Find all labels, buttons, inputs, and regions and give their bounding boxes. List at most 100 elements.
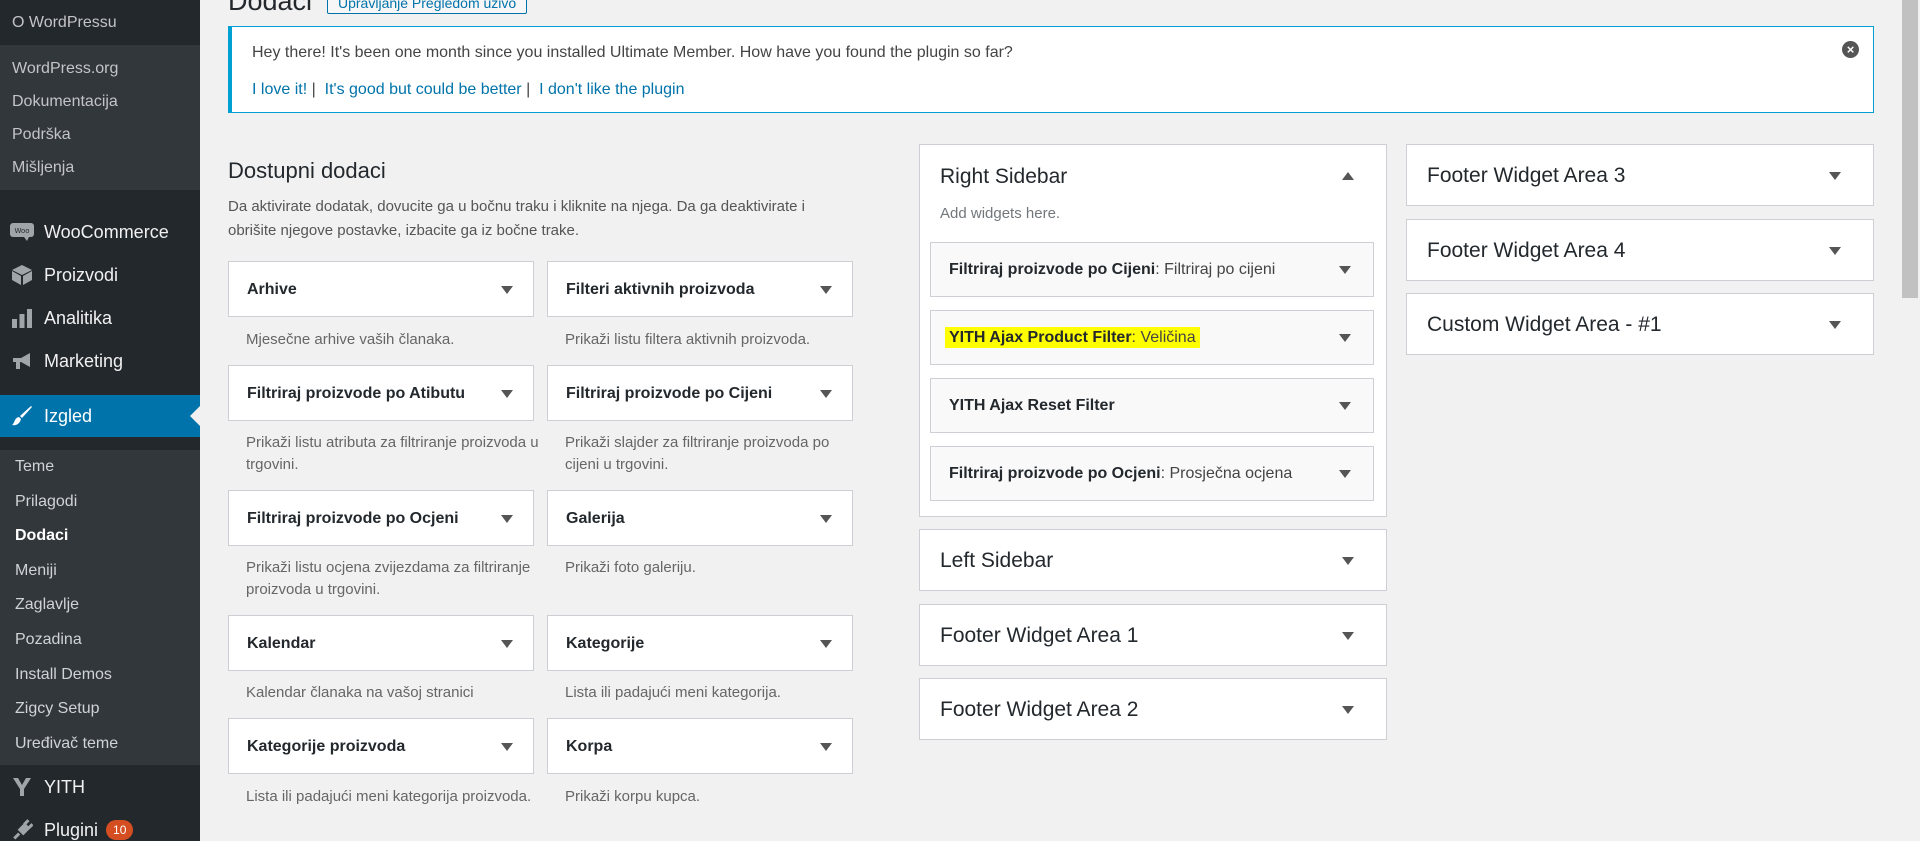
dislike-link[interactable]: I don't like the plugin — [539, 81, 684, 98]
available-widget-active-product-filters[interactable]: Filteri aktivnih proizvoda — [547, 261, 853, 317]
sidebar-area-title[interactable]: Right Sidebar — [940, 145, 1067, 209]
widget-description: Mjesečne arhive vaših članaka. — [246, 331, 455, 348]
chevron-down-icon[interactable] — [1829, 172, 1841, 180]
sidebar-area-footer-2[interactable]: Footer Widget Area 2 — [919, 678, 1387, 740]
chevron-down-icon[interactable] — [820, 743, 832, 751]
chevron-down-icon[interactable] — [1342, 706, 1354, 714]
sidebar-item-products[interactable]: Proizvodi — [0, 254, 200, 296]
chevron-down-icon[interactable] — [820, 286, 832, 294]
widget-title: Filtriraj proizvode po Ocjeni — [247, 510, 459, 527]
chevron-down-icon[interactable] — [501, 515, 513, 523]
available-widget-filter-by-rating[interactable]: Filtriraj proizvode po Ocjeni — [228, 490, 534, 546]
widget-description: Prikaži listu ocjena zvijezdama za filtr… — [246, 559, 531, 598]
chevron-down-icon[interactable] — [1342, 557, 1354, 565]
link-separator: | — [311, 81, 316, 98]
sidebar-item-woocommerce[interactable]: Woo WooCommerce — [0, 211, 200, 253]
submenu-item-install-demos[interactable]: Install Demos — [0, 658, 200, 693]
megaphone-icon — [10, 349, 34, 373]
available-widget-filter-by-price[interactable]: Filtriraj proizvode po Cijeni — [547, 365, 853, 421]
widget-title-separator: : — [1155, 261, 1160, 278]
could-be-better-link[interactable]: It's good but could be better — [325, 81, 522, 98]
appearance-submenu: Teme Prilagodi Dodaci Meniji Zaglavlje P… — [0, 450, 200, 765]
sidebar-item-documentation[interactable]: Dokumentacija — [0, 85, 200, 118]
chevron-down-icon[interactable] — [1829, 321, 1841, 329]
sidebar-item-label: WooCommerce — [44, 221, 169, 242]
chevron-down-icon[interactable] — [501, 286, 513, 294]
sidebar-area-footer-3[interactable]: Footer Widget Area 3 — [1406, 144, 1874, 206]
available-widget-categories[interactable]: Kategorije — [547, 615, 853, 671]
sidebar-area-title: Footer Widget Area 1 — [940, 624, 1139, 647]
submenu-item-menus[interactable]: Meniji — [0, 554, 200, 589]
submenu-item-theme-editor[interactable]: Uređivač teme — [0, 727, 200, 762]
widget-title: Kategorije proizvoda — [247, 738, 406, 755]
sidebar-item-about-wordpress[interactable]: O WordPressu — [0, 0, 200, 45]
notice-message: Hey there! It's been one month since you… — [252, 44, 1013, 61]
love-it-link[interactable]: I love it! — [252, 81, 307, 98]
page-title: Dodaci — [228, 0, 313, 16]
wordpress-links-submenu: WordPress.org Dokumentacija Podrška Mišl… — [0, 45, 200, 190]
admin-notice: Hey there! It's been one month since you… — [228, 26, 1874, 113]
sidebar-area-right-sidebar: Right Sidebar Add widgets here. Filtrira… — [919, 144, 1387, 517]
chevron-down-icon[interactable] — [501, 390, 513, 398]
widget-name: Filtriraj proizvode po Cijeni — [949, 261, 1156, 278]
sidebar-item-wordpress-org[interactable]: WordPress.org — [0, 52, 200, 85]
sidebar-widget-yith-ajax-reset-filter[interactable]: YITH Ajax Reset Filter — [930, 378, 1374, 433]
sidebar-area-footer-1[interactable]: Footer Widget Area 1 — [919, 604, 1387, 666]
widget-name: Filtriraj proizvode po Ocjeni — [949, 465, 1161, 482]
plugin-icon — [10, 818, 34, 841]
sidebar-item-yith[interactable]: YITH — [0, 766, 200, 808]
chevron-down-icon[interactable] — [501, 640, 513, 648]
sidebar-item-feedback[interactable]: Mišljenja — [0, 151, 200, 184]
sidebar-item-marketing[interactable]: Marketing — [0, 340, 200, 382]
submenu-item-customize[interactable]: Prilagodi — [0, 485, 200, 520]
widget-description: Kalendar članaka na vašoj stranici — [246, 684, 474, 701]
sidebar-item-support[interactable]: Podrška — [0, 118, 200, 151]
chevron-down-icon[interactable] — [1342, 632, 1354, 640]
sidebar-widget-filter-by-price[interactable]: Filtriraj proizvode po Cijeni: Filtriraj… — [930, 242, 1374, 297]
sidebar-area-left-sidebar[interactable]: Left Sidebar — [919, 529, 1387, 591]
submenu-item-header[interactable]: Zaglavlje — [0, 588, 200, 623]
chevron-down-icon[interactable] — [501, 743, 513, 751]
widget-title: YITH Ajax Product Filter: Veličina — [945, 311, 1200, 364]
chevron-down-icon[interactable] — [1339, 334, 1351, 342]
available-widget-gallery[interactable]: Galerija — [547, 490, 853, 546]
available-widget-cart[interactable]: Korpa — [547, 718, 853, 774]
manage-live-preview-button[interactable]: Upravljanje Pregledom uživo — [327, 0, 528, 14]
sidebar-empty-hint: Add widgets here. — [940, 205, 1061, 222]
chevron-down-icon[interactable] — [820, 640, 832, 648]
paintbrush-icon — [10, 404, 34, 428]
sidebar-widget-filter-by-rating[interactable]: Filtriraj proizvode po Ocjeni: Prosječna… — [930, 446, 1374, 501]
chevron-down-icon[interactable] — [820, 390, 832, 398]
chevron-down-icon[interactable] — [820, 515, 832, 523]
sidebar-area-footer-4[interactable]: Footer Widget Area 4 — [1406, 219, 1874, 281]
sidebar-item-label: Izgled — [44, 405, 93, 426]
widget-title: Filtriraj proizvode po Cijeni: Filtriraj… — [949, 243, 1275, 296]
available-widget-archives[interactable]: Arhive — [228, 261, 534, 317]
sidebar-item-appearance[interactable]: Izgled — [0, 395, 200, 437]
widget-description: Prikaži foto galeriju. — [565, 559, 696, 576]
submenu-item-widgets[interactable]: Dodaci — [0, 519, 200, 554]
available-widget-filter-by-attribute[interactable]: Filtriraj proizvode po Atibutu — [228, 365, 534, 421]
submenu-item-zigcy-setup[interactable]: Zigcy Setup — [0, 692, 200, 727]
sidebar-item-label: YITH — [44, 776, 86, 797]
svg-text:Woo: Woo — [14, 227, 29, 235]
sidebar-area-custom-1[interactable]: Custom Widget Area - #1 — [1406, 293, 1874, 355]
highlighted-widget-title: YITH Ajax Product Filter: Veličina — [945, 327, 1200, 348]
submenu-item-themes[interactable]: Teme — [0, 450, 200, 485]
sidebar-widget-yith-ajax-product-filter[interactable]: YITH Ajax Product Filter: Veličina — [930, 310, 1374, 365]
submenu-item-background[interactable]: Pozadina — [0, 623, 200, 658]
chevron-down-icon[interactable] — [1339, 402, 1351, 410]
sidebar-item-plugins[interactable]: Plugini 10 — [0, 809, 200, 841]
widget-description: Lista ili padajući meni kategorija proiz… — [246, 788, 532, 805]
available-widget-product-categories[interactable]: Kategorije proizvoda — [228, 718, 534, 774]
sidebar-item-analytics[interactable]: Analitika — [0, 297, 200, 339]
chevron-up-icon[interactable] — [1342, 172, 1354, 180]
chevron-down-icon[interactable] — [1339, 266, 1351, 274]
widget-title: Filtriraj proizvode po Ocjeni: Prosječna… — [949, 447, 1292, 500]
scrollbar-thumb[interactable] — [1902, 0, 1918, 298]
sidebar-area-title: Left Sidebar — [940, 549, 1054, 572]
chevron-down-icon[interactable] — [1829, 247, 1841, 255]
available-widget-calendar[interactable]: Kalendar — [228, 615, 534, 671]
dismiss-icon[interactable]: × — [1842, 41, 1859, 58]
chevron-down-icon[interactable] — [1339, 470, 1351, 478]
